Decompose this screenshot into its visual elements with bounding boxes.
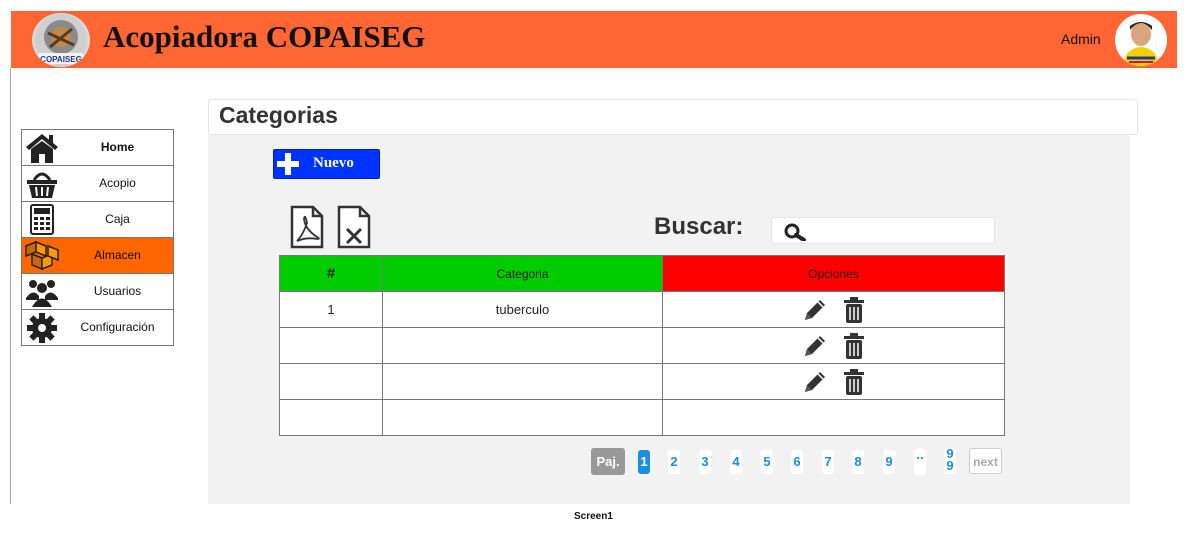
sidebar-item-label: Almacen <box>94 248 141 262</box>
app-title: Acopiadora COPAISEG <box>103 19 426 54</box>
window-frame-left <box>10 68 11 504</box>
cell-categoria <box>382 399 663 436</box>
sidebar-item-almacen[interactable]: Almacen <box>22 238 173 274</box>
table-row: 1 tuberculo <box>279 291 1005 328</box>
pagination-page[interactable]: 2 <box>668 450 680 474</box>
users-icon <box>26 280 58 307</box>
new-button[interactable]: Nuevo <box>273 149 380 179</box>
table-row <box>279 363 1005 400</box>
pagination-page[interactable]: 4 <box>730 450 742 474</box>
user-avatar[interactable] <box>1115 14 1167 66</box>
sidebar-item-home[interactable]: Home <box>22 130 173 166</box>
sidebar-item-label: Home <box>100 140 135 154</box>
cell-number: 1 <box>279 291 383 328</box>
app-header: COPAISEG Acopiadora COPAISEG Admin <box>11 11 1177 68</box>
page-title: Categorias <box>219 102 338 128</box>
excel-export-icon[interactable] <box>336 205 372 249</box>
cell-categoria <box>382 327 663 364</box>
sidebar-item-label: Usuarios <box>93 284 142 298</box>
pagination-page[interactable]: 99 <box>944 447 956 474</box>
column-header-number[interactable]: # <box>279 255 383 292</box>
gear-icon <box>27 313 57 343</box>
edit-icon[interactable] <box>802 369 828 395</box>
search-label: Buscar: <box>654 213 744 240</box>
trash-icon[interactable] <box>843 296 865 323</box>
pagination-page[interactable]: 6 <box>791 450 803 474</box>
cell-number <box>279 399 383 436</box>
sidebar-item-acopio[interactable]: Acopio <box>22 166 173 202</box>
cell-options <box>662 363 1005 400</box>
pagination-page[interactable]: 8 <box>852 450 864 474</box>
pagination-page[interactable]: 9 <box>883 450 895 474</box>
cell-options <box>662 291 1005 328</box>
pagination-page[interactable]: 5 <box>761 450 773 474</box>
categories-table: # Categoria Opciones 1 tuberculo <box>279 255 1005 436</box>
table-row <box>279 327 1005 364</box>
edit-icon[interactable] <box>802 297 828 323</box>
column-header-categoria[interactable]: Categoria <box>382 255 663 292</box>
search-input[interactable] <box>816 220 990 243</box>
cell-number <box>279 363 383 400</box>
sidebar-item-caja[interactable]: Caja <box>22 202 173 238</box>
cell-categoria <box>382 363 663 400</box>
screen-caption: Screen1 <box>574 511 613 522</box>
trash-icon[interactable] <box>843 368 865 395</box>
search-box[interactable] <box>771 217 995 244</box>
pagination-ellipsis: .. <box>914 448 926 475</box>
sidebar-item-label: Caja <box>105 212 130 226</box>
table-header-row: # Categoria Opciones <box>279 255 1005 292</box>
app-logo: COPAISEG <box>32 13 90 67</box>
sidebar-menu: Home Acopio Caja Almacen Usuarios Config… <box>21 129 174 346</box>
column-header-opciones: Opciones <box>662 255 1005 292</box>
new-button-label: Nuevo <box>313 155 354 171</box>
trash-icon[interactable] <box>843 332 865 359</box>
edit-icon[interactable] <box>802 333 828 359</box>
sidebar-item-configuracion[interactable]: Configuración <box>22 310 173 346</box>
cell-options <box>662 327 1005 364</box>
calculator-icon <box>30 204 54 235</box>
pagination-page[interactable]: 1 <box>638 450 650 474</box>
plus-icon <box>277 153 299 175</box>
user-name[interactable]: Admin <box>1061 31 1101 47</box>
pdf-export-icon[interactable] <box>289 205 325 249</box>
cell-categoria: tuberculo <box>382 291 663 328</box>
page-title-bar: Categorias <box>208 99 1138 135</box>
basket-icon <box>27 172 57 198</box>
table-row <box>279 399 1005 436</box>
pagination-prev[interactable]: Paj. <box>591 448 625 475</box>
sidebar-item-label: Configuración <box>80 320 155 334</box>
sidebar-item-label: Acopio <box>99 176 136 190</box>
cell-number <box>279 327 383 364</box>
home-icon <box>26 134 58 163</box>
boxes-icon <box>25 240 59 271</box>
search-icon <box>784 223 806 241</box>
sidebar-item-usuarios[interactable]: Usuarios <box>22 274 173 310</box>
svg-text:COPAISEG: COPAISEG <box>40 55 82 64</box>
cell-options <box>662 399 1005 436</box>
pagination-page[interactable]: 3 <box>699 450 711 474</box>
pagination-page[interactable]: 7 <box>822 450 834 474</box>
pagination-next[interactable]: next <box>969 448 1002 474</box>
